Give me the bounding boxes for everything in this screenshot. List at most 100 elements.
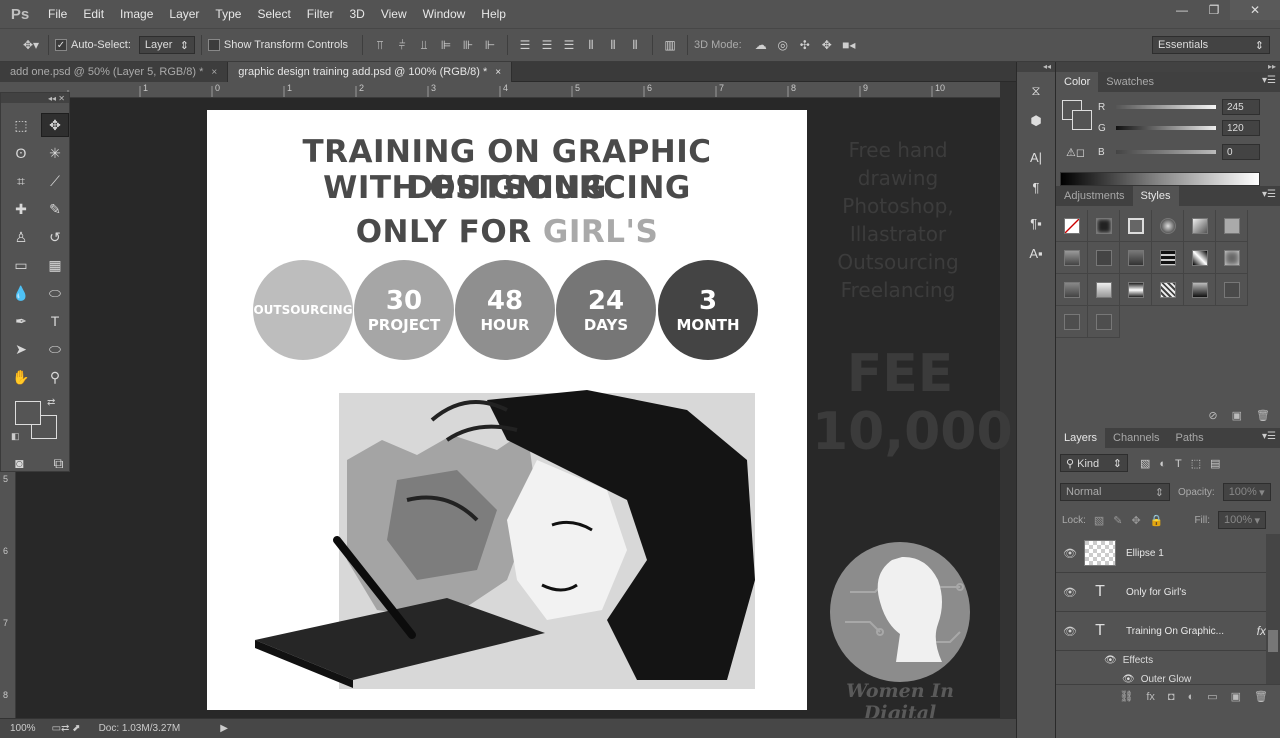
distribute-left-icon[interactable]: ⦀ xyxy=(580,36,602,54)
red-slider[interactable] xyxy=(1116,105,1216,109)
menu-filter[interactable]: Filter xyxy=(299,0,342,28)
color-ramp[interactable] xyxy=(1060,172,1260,186)
menu-edit[interactable]: Edit xyxy=(75,0,112,28)
style-item[interactable] xyxy=(1216,210,1248,242)
close-icon[interactable]: × xyxy=(495,67,501,78)
history-icon[interactable]: ⧖ xyxy=(1022,80,1050,102)
color-bg-swatch[interactable] xyxy=(1072,110,1092,130)
panel-collapse[interactable]: ▸▸ xyxy=(1056,62,1280,72)
healing-brush-tool-icon[interactable]: ✚ xyxy=(7,197,35,221)
zoom-tool-icon[interactable]: ⚲ xyxy=(41,365,69,389)
blur-tool-icon[interactable]: 💧 xyxy=(7,281,35,305)
workspace-dropdown[interactable]: Essentials ⇕ xyxy=(1152,36,1270,54)
default-colors-icon[interactable]: ◧ xyxy=(11,431,20,442)
strip-collapse[interactable]: ◂◂ xyxy=(1017,62,1055,72)
tab-swatches[interactable]: Swatches xyxy=(1098,72,1162,92)
dodge-tool-icon[interactable]: ⬭ xyxy=(41,281,69,305)
style-item[interactable] xyxy=(1056,242,1088,274)
layer-training-on-graphic[interactable]: 👁 T Training On Graphic... fx xyxy=(1056,612,1280,651)
tools-panel-header[interactable]: ◂◂ ✕ xyxy=(1,93,69,103)
align-right-icon[interactable]: ⊩ xyxy=(479,36,501,54)
character-styles-icon[interactable]: A▪ xyxy=(1022,242,1050,264)
tab-channels[interactable]: Channels xyxy=(1105,428,1167,448)
screen-mode-icon[interactable]: ⧉ xyxy=(48,451,69,475)
3d-pan-icon[interactable]: ✣ xyxy=(794,36,816,54)
menu-image[interactable]: Image xyxy=(112,0,161,28)
new-group-icon[interactable]: ▭ xyxy=(1207,690,1217,703)
eye-icon[interactable]: 👁 xyxy=(1056,625,1084,638)
blend-mode-dropdown[interactable]: Normal ⇕ xyxy=(1060,483,1170,501)
distribute-top-icon[interactable]: ☰ xyxy=(514,36,536,54)
align-left-icon[interactable]: ⊫ xyxy=(435,36,457,54)
document-canvas[interactable]: TRAINING ON GRAPHIC DESIGNING WITH OUTSO… xyxy=(207,110,807,710)
adjustment-layer-icon[interactable]: ◐ xyxy=(1188,691,1195,703)
style-item[interactable] xyxy=(1056,306,1088,338)
style-item[interactable] xyxy=(1152,274,1184,306)
tab-styles[interactable]: Styles xyxy=(1132,186,1179,206)
layer-only-for-girls[interactable]: 👁 T Only for Girl's xyxy=(1056,573,1280,612)
auto-select-checkbox[interactable]: ✓ xyxy=(55,39,67,51)
eye-icon[interactable]: 👁 xyxy=(1056,586,1084,599)
distribute-hcenter-icon[interactable]: ⦀ xyxy=(602,36,624,54)
menu-file[interactable]: File xyxy=(40,0,75,28)
status-icons[interactable]: ▭⇄ ⬈ xyxy=(52,723,81,734)
brush-tool-icon[interactable]: ✎ xyxy=(41,197,69,221)
opacity-input[interactable]: 100% ▾ xyxy=(1222,483,1271,501)
move-tool-icon[interactable]: ✥ xyxy=(41,113,69,137)
eraser-tool-icon[interactable]: ▭ xyxy=(7,253,35,277)
blue-value-input[interactable]: 0 xyxy=(1222,144,1260,160)
paragraph-styles-icon[interactable]: ¶▪ xyxy=(1022,212,1050,234)
panel-menu-icon[interactable]: ▾☰ xyxy=(1262,189,1276,200)
filter-kind-dropdown[interactable]: ⚲ Kind ⇕ xyxy=(1060,454,1128,472)
align-hcenter-icon[interactable]: ⊪ xyxy=(457,36,479,54)
align-bottom-icon[interactable]: ⫫ xyxy=(413,36,435,54)
menu-select[interactable]: Select xyxy=(249,0,298,28)
add-mask-icon[interactable]: ◘ xyxy=(1168,691,1175,703)
tab-paths[interactable]: Paths xyxy=(1168,428,1212,448)
distribute-bottom-icon[interactable]: ☰ xyxy=(558,36,580,54)
outer-glow-row[interactable]: 👁 Outer Glow xyxy=(1056,670,1280,684)
distribute-vcenter-icon[interactable]: ☰ xyxy=(536,36,558,54)
filter-type-icons[interactable]: ▧◐T⬚▤ xyxy=(1140,457,1230,470)
vertical-scrollbar[interactable] xyxy=(1000,82,1016,718)
style-item[interactable] xyxy=(1120,210,1152,242)
tab-adjustments[interactable]: Adjustments xyxy=(1056,186,1133,206)
magic-wand-tool-icon[interactable]: ✳ xyxy=(41,141,69,165)
style-item[interactable] xyxy=(1184,274,1216,306)
layers-scrollbar[interactable] xyxy=(1266,534,1280,684)
history-brush-tool-icon[interactable]: ↺ xyxy=(41,225,69,249)
style-item[interactable] xyxy=(1088,210,1120,242)
fx-icon[interactable]: fx xyxy=(1257,624,1266,638)
lock-icons[interactable]: ▧✎✥🔒 xyxy=(1094,514,1173,527)
clear-style-icon[interactable]: ⊘ xyxy=(1208,409,1217,422)
zoom-level[interactable]: 100% xyxy=(10,723,36,734)
close-icon[interactable]: × xyxy=(211,67,217,78)
character-icon[interactable]: A| xyxy=(1022,146,1050,168)
style-item[interactable] xyxy=(1088,242,1120,274)
red-value-input[interactable]: 245 xyxy=(1222,99,1260,115)
style-item[interactable] xyxy=(1120,242,1152,274)
tab-add-one[interactable]: add one.psd @ 50% (Layer 5, RGB/8) * × xyxy=(0,62,229,82)
warning-icon[interactable]: ⚠◻ xyxy=(1066,146,1085,159)
3d-panel-icon[interactable]: ⬢ xyxy=(1022,110,1050,132)
delete-style-icon[interactable]: 🗑 xyxy=(1256,409,1270,422)
link-layers-icon[interactable]: ⛓ xyxy=(1119,690,1133,703)
move-tool-preset-icon[interactable]: ✥▾ xyxy=(20,36,42,54)
blue-slider[interactable] xyxy=(1116,150,1216,154)
eye-icon[interactable]: 👁 xyxy=(1104,655,1117,666)
style-item[interactable] xyxy=(1120,274,1152,306)
panel-menu-icon[interactable]: ▾☰ xyxy=(1262,75,1276,86)
menu-window[interactable]: Window xyxy=(415,0,474,28)
menu-view[interactable]: View xyxy=(373,0,415,28)
style-item[interactable] xyxy=(1152,242,1184,274)
3d-slide-icon[interactable]: ✥ xyxy=(816,36,838,54)
style-item[interactable] xyxy=(1088,274,1120,306)
restore-button[interactable]: ❐ xyxy=(1198,0,1230,20)
style-item[interactable] xyxy=(1056,274,1088,306)
crop-tool-icon[interactable]: ⌗ xyxy=(7,169,35,193)
new-layer-icon[interactable]: ▣ xyxy=(1231,690,1241,703)
distribute-right-icon[interactable]: ⦀ xyxy=(624,36,646,54)
align-top-icon[interactable]: ⫪ xyxy=(369,36,391,54)
green-value-input[interactable]: 120 xyxy=(1222,120,1260,136)
tab-layers[interactable]: Layers xyxy=(1056,428,1106,448)
